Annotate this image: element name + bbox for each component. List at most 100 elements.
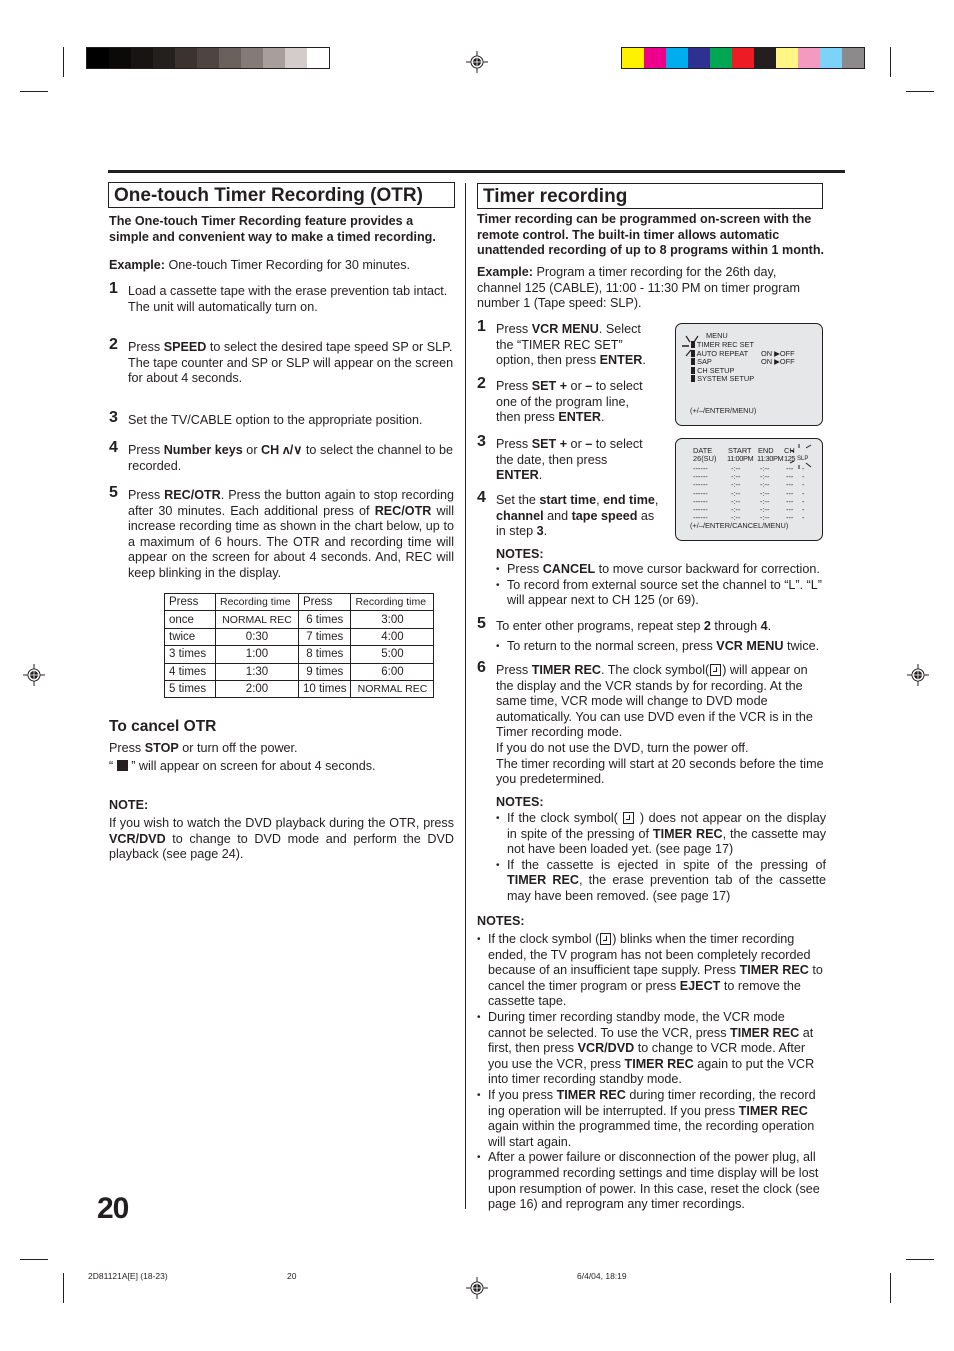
notes-list: If the clock symbol () blinks when the t… — [477, 932, 825, 1213]
step-number: 5 — [477, 615, 486, 632]
gray-calibration-strip — [86, 47, 330, 69]
color-calibration-strip — [621, 47, 865, 69]
osd-timer-screen: DATE START END CH 26(SU) 11:00PM 11:30PM… — [675, 438, 823, 541]
step-text: Press TIMER REC. The clock symbol() will… — [496, 663, 813, 740]
color-swatch — [754, 48, 776, 68]
color-swatch — [219, 48, 241, 68]
osd-timer-row: ------ -:-- -:-- --- - — [693, 472, 805, 482]
osd-menu-item: SAP ON ▶OFF — [691, 357, 819, 367]
color-swatch — [307, 48, 329, 68]
column-header: Recording time — [350, 592, 435, 612]
clock-symbol-icon — [600, 933, 612, 945]
osd-menu-list: TIMER REC SET AUTO REPEAT ON ▶OFF SAP ON ▶… — [691, 340, 819, 384]
osd-timer-row: ------ -:-- -:-- --- - — [693, 504, 805, 514]
osd-menu-item: SYSTEM SETUP — [691, 374, 819, 384]
step-text: Press VCR MENU. Select the “TIMER REC SE… — [496, 322, 646, 368]
clock-symbol-icon — [710, 664, 722, 676]
timer-section-title: Timer recording — [477, 183, 823, 209]
notes-heading: NOTES: — [496, 547, 544, 561]
color-swatch — [285, 48, 307, 68]
otr-example: Example: One-touch Timer Recording for 3… — [109, 258, 454, 274]
crop-mark — [906, 91, 934, 92]
color-swatch — [710, 48, 732, 68]
step-text: The unit will automatically turn on. — [128, 299, 318, 314]
step-number: 2 — [477, 375, 486, 392]
table-row: 5 times 2:00 10 times NORMAL REC — [164, 679, 435, 699]
timer-step-5: 5 To enter other programs, repeat step 2… — [477, 615, 827, 635]
otr-step-4: 4 Press Number keys or CH ʌ/∨ to select … — [109, 439, 454, 474]
color-swatch — [776, 48, 798, 68]
example-label: Example: — [109, 258, 165, 272]
example-label: Example: — [477, 265, 533, 279]
registration-mark-icon — [907, 664, 929, 686]
color-swatch — [109, 48, 131, 68]
color-swatch — [644, 48, 666, 68]
osd-timer-footer: (+/–/ENTER/CANCEL/MENU) — [690, 521, 789, 530]
note-item: Press CANCEL to move cursor backward for… — [496, 562, 826, 578]
note-item: During timer recording standby mode, the… — [477, 1010, 825, 1088]
color-swatch — [622, 48, 644, 68]
color-swatch — [197, 48, 219, 68]
otr-press-table: Press Recording time Press Recording tim… — [164, 592, 435, 699]
otr-intro: The One-touch Timer Recording feature pr… — [109, 214, 436, 244]
color-swatch — [175, 48, 197, 68]
column-header: Recording time — [215, 592, 299, 612]
crop-mark — [890, 1273, 891, 1303]
table-row: twice 0:30 7 times 4:00 — [164, 627, 435, 647]
osd-menu-footer: (+/–/ENTER/MENU) — [690, 406, 757, 415]
step-text: Set the start time, end time, channel an… — [496, 493, 659, 539]
table-row: 4 times 1:30 9 times 6:00 — [164, 662, 435, 681]
table-row: 3 times 1:00 8 times 5:00 — [164, 645, 435, 664]
step-number: 3 — [477, 433, 486, 450]
registration-mark-icon — [466, 1277, 488, 1299]
note-item: To return to the normal screen, press VC… — [496, 639, 831, 655]
color-swatch — [241, 48, 263, 68]
osd-timer-empty-rows: ------ -:-- -:-- --- - ------ -:-- -:-- --- - ----… — [693, 464, 818, 522]
column-header: Press — [297, 592, 352, 612]
osd-timer-row: ------ -:-- -:-- --- - — [693, 464, 805, 473]
otr-step-5: 5 Press REC/OTR. Press the button again … — [109, 485, 454, 582]
footer-date: 6/4/04, 18:19 — [577, 1271, 627, 1281]
step-text: To enter other programs, repeat step 2 t… — [496, 619, 772, 633]
otr-section-title: One-touch Timer Recording (OTR) — [108, 182, 455, 208]
timer-step-1: 1 Press VCR MENU. Select the “TIMER REC … — [477, 318, 655, 369]
step-number: 4 — [109, 439, 118, 456]
color-swatch — [798, 48, 820, 68]
crop-mark — [906, 1259, 934, 1260]
cancel-otr-line2: “ ” will appear on screen for about 4 se… — [109, 759, 376, 773]
step-number: 2 — [109, 336, 118, 353]
table-header-row: Press Recording time Press Recording tim… — [164, 592, 435, 612]
page-number: 20 — [97, 1192, 129, 1225]
step-text: Set the TV/CABLE option to the appropria… — [128, 413, 423, 427]
notes-heading: NOTES: — [477, 914, 525, 928]
note-item: If you press TIMER REC during timer reco… — [477, 1088, 825, 1150]
step-text: The tape counter and SP or SLP will appe… — [128, 355, 454, 386]
osd-timer-row: ------ -:-- -:-- --- - — [693, 488, 805, 498]
footer-page: 20 — [287, 1271, 297, 1281]
color-swatch — [153, 48, 175, 68]
osd-timer-row: ------ -:-- -:-- --- - — [693, 496, 805, 506]
table-row: once NORMAL REC 6 times 3:00 — [164, 610, 435, 629]
column-divider — [465, 183, 466, 1209]
color-swatch — [263, 48, 285, 68]
otr-step-3: 3 Set the TV/CABLE option to the appropr… — [109, 410, 454, 429]
color-swatch — [820, 48, 842, 68]
crop-mark — [63, 47, 64, 77]
otr-note-heading: NOTE: — [109, 798, 149, 812]
registration-mark-icon — [466, 51, 488, 73]
registration-mark-icon — [23, 664, 45, 686]
color-swatch — [131, 48, 153, 68]
step-text: Load a cassette tape with the erase prev… — [128, 284, 448, 298]
step-number: 1 — [109, 280, 118, 297]
step-number: 1 — [477, 318, 486, 335]
note-item: After a power failure or disconnection o… — [477, 1150, 825, 1212]
timer-step-6: 6 Press TIMER REC. The clock symbol() wi… — [477, 659, 827, 788]
step-text: Press SET + or – to select the date, the… — [496, 437, 643, 483]
step-number: 6 — [477, 659, 486, 676]
timer-step-3: 3 Press SET + or – to select the date, t… — [477, 433, 655, 484]
crop-mark — [63, 1273, 64, 1303]
notes-list: If the clock symbol( ) does not appear o… — [496, 811, 826, 905]
stop-icon — [116, 760, 128, 771]
step-text: Press REC/OTR. Press the button again to… — [128, 488, 454, 580]
column-header: Press — [164, 592, 216, 612]
